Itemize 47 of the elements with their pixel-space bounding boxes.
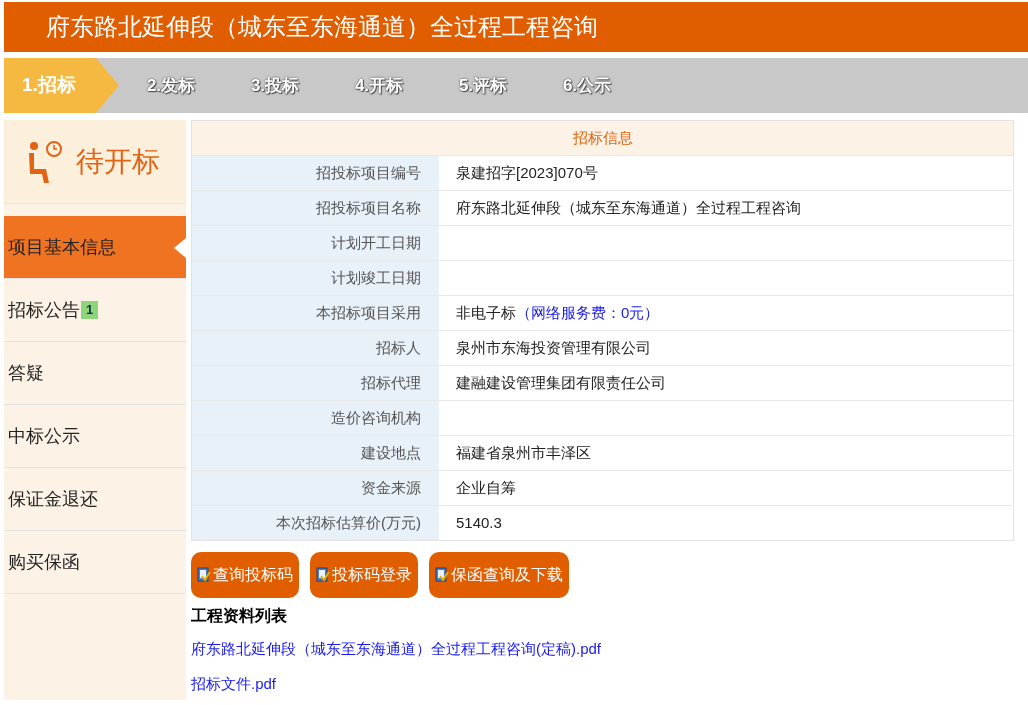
field-label: 建设地点 <box>192 436 439 470</box>
action-button[interactable]: 查询投标码 <box>191 552 299 598</box>
document-icon <box>435 567 449 583</box>
field-label: 计划竣工日期 <box>192 261 439 295</box>
file-link[interactable]: 招标文件.pdf <box>191 672 277 695</box>
sidebar-item[interactable]: 招标公告 1 <box>4 279 186 342</box>
value-text: 府东路北延伸段（城东至东海通道）全过程工程咨询 <box>456 197 801 218</box>
sidebar-item[interactable]: 答疑 <box>4 342 186 405</box>
sidebar-item[interactable]: 项目基本信息 <box>4 216 186 279</box>
sidebar-item-label: 保证金退还 <box>8 487 98 511</box>
field-label: 招投标项目名称 <box>192 191 439 225</box>
field-label: 本招标项目采用 <box>192 296 439 330</box>
sidebar-item-label: 购买保函 <box>8 550 80 574</box>
field-label: 资金来源 <box>192 471 439 505</box>
status-label: 待开标 <box>76 144 160 179</box>
step-tab[interactable]: 6.公示 <box>535 72 639 99</box>
document-icon <box>197 567 211 583</box>
sidebar-item[interactable]: 购买保函 <box>4 531 186 594</box>
field-label: 造价咨询机构 <box>192 401 439 435</box>
field-label: 招标代理 <box>192 366 439 400</box>
sidebar-item-label: 项目基本信息 <box>8 235 116 259</box>
document-icon <box>316 567 330 583</box>
files-heading: 工程资料列表 <box>191 606 288 626</box>
value-text: 企业自筹 <box>456 477 516 498</box>
field-label: 招标人 <box>192 331 439 365</box>
action-button[interactable]: 保函查询及下载 <box>429 552 569 598</box>
sidebar-item-label: 招标公告 <box>8 298 80 322</box>
sidebar-item[interactable]: 中标公示 <box>4 405 186 468</box>
value-text: 5140.3 <box>456 512 502 533</box>
action-button[interactable]: 投标码登录 <box>310 552 418 598</box>
seated-person-icon <box>26 139 64 184</box>
page-title: 府东路北延伸段（城东至东海通道）全过程工程咨询 <box>46 12 598 42</box>
field-label: 计划开工日期 <box>192 226 439 260</box>
count-badge: 1 <box>81 301 99 319</box>
value-text: 非电子标 <box>456 302 516 323</box>
sidebar-item-label: 答疑 <box>8 361 44 385</box>
service-fee-note: （网络服务费：0元） <box>516 302 660 323</box>
sidebar-item-label: 中标公示 <box>8 424 80 448</box>
table-title: 招标信息 <box>192 121 1013 155</box>
value-text: 泉州市东海投资管理有限公司 <box>456 337 651 358</box>
field-label: 本次招标估算价(万元) <box>192 506 439 540</box>
value-text: 泉建招字[2023]070号 <box>456 162 598 183</box>
file-link[interactable]: 府东路北延伸段（城东至东海通道）全过程工程咨询(定稿).pdf <box>191 638 601 661</box>
field-label: 招投标项目编号 <box>192 156 439 190</box>
sidebar-item[interactable]: 保证金退还 <box>4 468 186 531</box>
value-text: 福建省泉州市丰泽区 <box>456 442 591 463</box>
value-text: 建融建设管理集团有限责任公司 <box>456 372 666 393</box>
